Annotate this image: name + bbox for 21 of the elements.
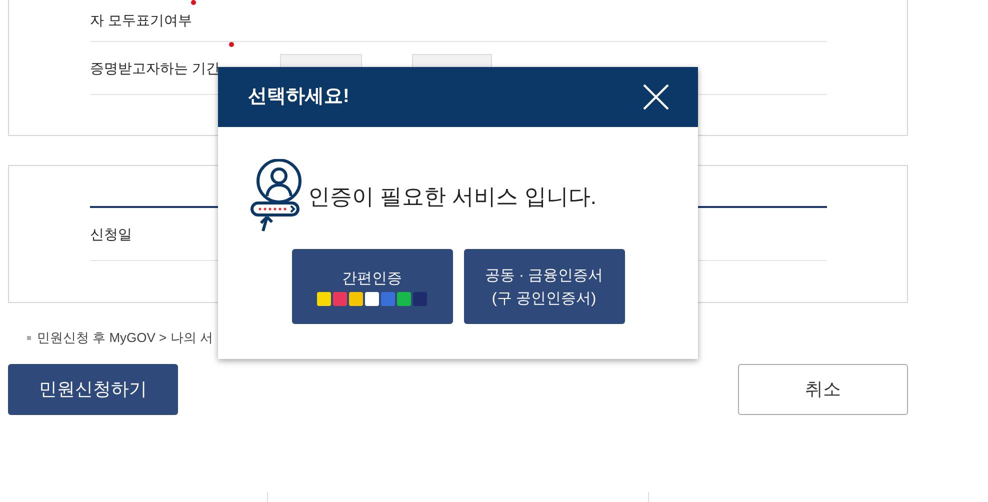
bullet-icon: [27, 336, 31, 340]
submit-button[interactable]: 민원신청하기: [8, 364, 178, 415]
app-logo-icon: [381, 292, 395, 306]
app-logo-icon: [397, 292, 411, 306]
app-logo-icon: [333, 292, 347, 306]
app-logo-icon: [317, 292, 331, 306]
dialog-message: 인증이 필요한 서비스 입니다.: [308, 182, 596, 210]
app-logo-icon: [365, 292, 379, 306]
field-label: 신청일: [90, 224, 132, 244]
close-icon: [642, 83, 670, 111]
field-label: 증명받고자하는 기간: [90, 58, 220, 78]
app-logo-icon: [349, 292, 363, 306]
auth-option-button[interactable]: 간편인증: [292, 249, 452, 324]
auth-option-button[interactable]: 공동 · 금융인증서 (구 공인인증서): [464, 249, 624, 324]
close-button[interactable]: [642, 83, 670, 111]
note-text: 민원신청 후 MyGOV > 나의 서: [37, 329, 213, 348]
dialog-title: 선택하세요!: [248, 84, 350, 109]
field-label: 자 모두표기여부: [90, 11, 192, 30]
app-logo-icon: [413, 292, 427, 306]
cancel-button[interactable]: 취소: [738, 364, 908, 415]
user-login-icon: [250, 159, 302, 233]
